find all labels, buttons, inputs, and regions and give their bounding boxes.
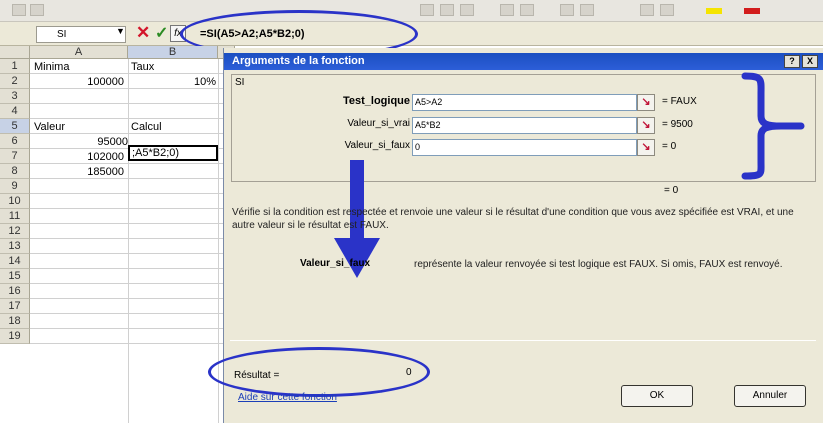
spreadsheet-grid: A B Minima Taux 100000 10% Valeur Calcul… — [0, 46, 235, 423]
row-header-2[interactable]: 2 — [0, 74, 30, 89]
divider — [230, 340, 816, 341]
toolbar-button[interactable] — [660, 4, 674, 16]
row-header-16[interactable]: 16 — [0, 284, 30, 299]
font-color-icon[interactable] — [744, 8, 760, 14]
toolbar-button[interactable] — [500, 4, 514, 16]
grid-line — [30, 73, 230, 74]
arg-input-test-logique[interactable]: A5>A2 — [412, 94, 637, 111]
active-cell-b5[interactable]: ;A5*B2;0) — [128, 145, 218, 161]
row-header-17[interactable]: 17 — [0, 299, 30, 314]
annotation-oval-result — [208, 347, 430, 397]
toolbar-button[interactable] — [520, 4, 534, 16]
highlight-color-icon[interactable] — [706, 8, 722, 14]
row-header-4[interactable]: 4 — [0, 104, 30, 119]
grid-line — [30, 253, 230, 254]
row-header-1[interactable]: 1 — [0, 59, 30, 74]
help-button[interactable]: ? — [784, 55, 800, 68]
row-header-9[interactable]: 9 — [0, 179, 30, 194]
toolbar-button[interactable] — [580, 4, 594, 16]
grid-line — [30, 328, 230, 329]
annotation-brace — [741, 72, 805, 180]
grid-line — [30, 268, 230, 269]
arg-result-test-logique: = FAUX — [662, 96, 697, 107]
row-header-12[interactable]: 12 — [0, 224, 30, 239]
grid-line — [30, 118, 230, 119]
grid-line — [30, 88, 230, 89]
toolbar-button[interactable] — [12, 4, 26, 16]
arg-input-valeur-si-vrai[interactable]: A5*B2 — [412, 117, 637, 134]
column-header-b[interactable]: B — [128, 46, 218, 59]
row-header-3[interactable]: 3 — [0, 89, 30, 104]
grid-line — [30, 223, 230, 224]
grid-line — [30, 238, 230, 239]
row-header-10[interactable]: 10 — [0, 194, 30, 209]
grid-line — [30, 133, 230, 134]
grid-line — [30, 163, 230, 164]
arg-label-test-logique: Test_logique — [342, 95, 410, 107]
grid-line — [30, 193, 230, 194]
function-name: SI — [235, 77, 245, 88]
arguments-group: SI Test_logique A5>A2 ↘ = FAUX Valeur_si… — [231, 74, 816, 182]
row-header-13[interactable]: 13 — [0, 239, 30, 254]
function-description: Vérifie si la condition est respectée et… — [232, 207, 794, 231]
toolbar-button[interactable] — [420, 4, 434, 16]
argument-help-text: représente la valeur renvoyée si test lo… — [414, 259, 783, 270]
arg-input-valeur-si-faux[interactable]: 0 — [412, 139, 637, 156]
row-header-11[interactable]: 11 — [0, 209, 30, 224]
formula-result: = 0 — [664, 185, 679, 196]
row-header-18[interactable]: 18 — [0, 314, 30, 329]
grid-line — [30, 178, 230, 179]
dialog-title-bar[interactable]: Arguments de la fonction ? X — [224, 53, 823, 70]
confirm-edit-icon[interactable]: ✓ — [155, 23, 168, 43]
arg-result-valeur-si-vrai: = 9500 — [662, 119, 693, 130]
grid-line — [30, 208, 230, 209]
ok-button[interactable]: OK — [621, 385, 693, 407]
arg-label-valeur-si-faux: Valeur_si_faux — [344, 140, 410, 151]
grid-line — [30, 298, 230, 299]
chevron-down-icon[interactable]: ▼ — [116, 26, 125, 36]
toolbar-button[interactable] — [30, 4, 44, 16]
toolbar-button[interactable] — [440, 4, 454, 16]
dialog-title: Arguments de la fonction — [232, 55, 365, 67]
toolbar-button[interactable] — [560, 4, 574, 16]
excel-window: SI ▼ ✕ ✓ fx =SI(A5>A2;A5*B2;0) A B Minim… — [0, 0, 823, 423]
name-box[interactable]: SI — [36, 26, 126, 43]
collapse-dialog-icon[interactable]: ↘ — [637, 139, 655, 156]
row-header-6[interactable]: 6 — [0, 134, 30, 149]
row-header-19[interactable]: 19 — [0, 329, 30, 344]
row-header-8[interactable]: 8 — [0, 164, 30, 179]
column-header-a[interactable]: A — [30, 46, 128, 59]
grid-line — [30, 343, 230, 344]
row-header-14[interactable]: 14 — [0, 254, 30, 269]
row-header-7[interactable]: 7 — [0, 149, 30, 164]
arg-label-valeur-si-vrai: Valeur_si_vrai — [347, 118, 410, 129]
cancel-button[interactable]: Annuler — [734, 385, 806, 407]
cancel-edit-icon[interactable]: ✕ — [136, 23, 150, 43]
grid-line — [30, 283, 230, 284]
select-all-corner[interactable] — [0, 46, 30, 59]
collapse-dialog-icon[interactable]: ↘ — [637, 94, 655, 111]
row-header-5[interactable]: 5 — [0, 119, 30, 134]
formatting-toolbar — [0, 0, 823, 22]
toolbar-button[interactable] — [460, 4, 474, 16]
grid-line — [30, 313, 230, 314]
arg-result-valeur-si-faux: = 0 — [662, 141, 677, 152]
grid-line — [30, 103, 230, 104]
row-header-15[interactable]: 15 — [0, 269, 30, 284]
cell-b5-editing[interactable]: ;A5*B2;0) — [130, 146, 216, 161]
collapse-dialog-icon[interactable]: ↘ — [637, 117, 655, 134]
grid-line — [128, 59, 129, 423]
close-button[interactable]: X — [802, 55, 818, 68]
argument-help-name: Valeur_si_faux — [300, 258, 371, 269]
function-arguments-dialog: Arguments de la fonction ? X SI Test_log… — [208, 48, 823, 423]
toolbar-button[interactable] — [640, 4, 654, 16]
function-help-link[interactable]: Aide sur cette fonction — [238, 392, 337, 403]
